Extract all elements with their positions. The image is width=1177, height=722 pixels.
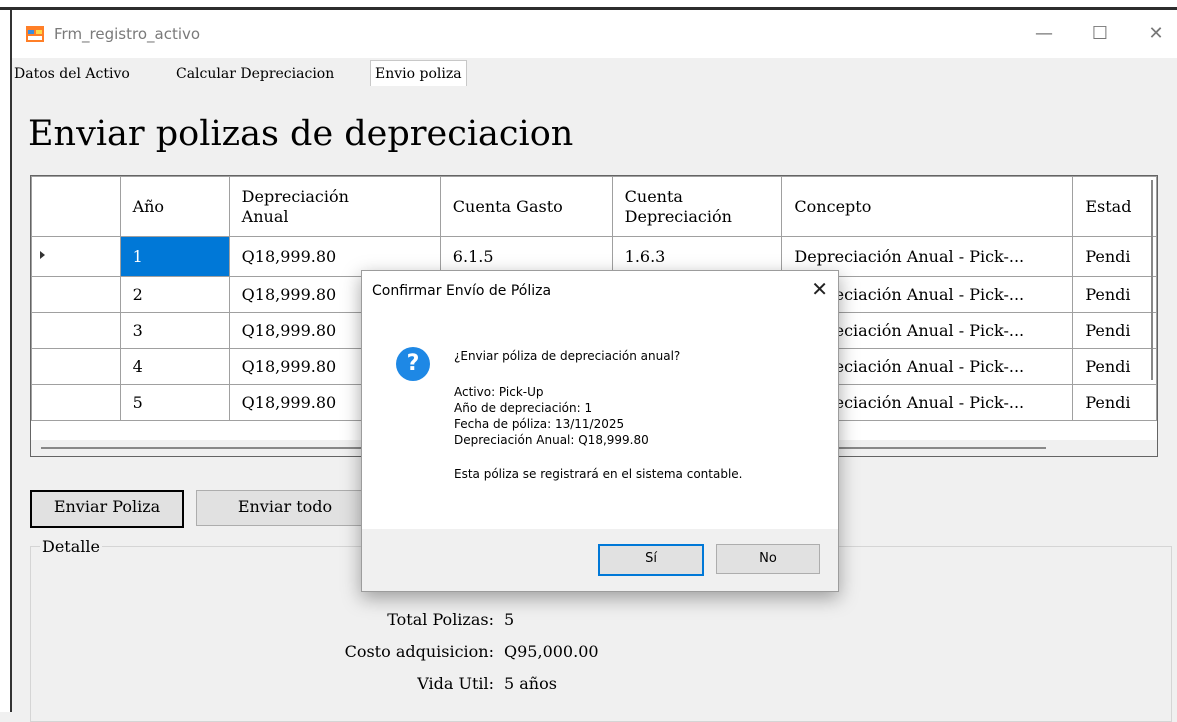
row-selector[interactable] [31,384,121,421]
cell-ano[interactable]: 2 [119,276,230,313]
row-selector[interactable] [31,312,121,349]
dialog-date: Fecha de póliza: 13/11/2025 [454,417,625,431]
confirm-dialog: Confirmar Envío de Póliza ✕ ? ¿Enviar pó… [361,270,839,592]
dialog-close-icon[interactable]: ✕ [811,277,828,301]
row-selector[interactable] [31,236,121,277]
dialog-note: Esta póliza se registrará en el sistema … [454,467,743,481]
dialog-asset: Activo: Pick-Up [454,385,544,399]
enviar-poliza-button[interactable]: Enviar Poliza [30,490,184,528]
column-header-cuenta-depreciacion[interactable]: Cuenta Depreciación [611,176,783,237]
dialog-yes-button[interactable]: Sí [598,544,704,576]
vida-util-value: 5 años [504,674,557,693]
dialog-year: Año de depreciación: 1 [454,401,593,415]
cell-ano[interactable]: 3 [119,312,230,349]
background-left-edge [0,10,10,712]
costo-adquisicion-label: Costo adquisicion: [344,642,494,661]
cell-ano[interactable]: 4 [119,348,230,385]
cell-estado[interactable]: Pendi [1072,348,1157,385]
cell-ano[interactable]: 1 [119,236,230,277]
column-header-cuenta-gasto[interactable]: Cuenta Gasto [439,176,613,237]
dialog-question: ¿Enviar póliza de depreciación anual? [454,349,681,363]
costo-adquisicion-value: Q95,000.00 [504,642,599,661]
close-button[interactable]: ✕ [1136,18,1176,50]
enviar-todo-button[interactable]: Enviar todo [196,490,374,526]
dialog-amount: Depreciación Anual: Q18,999.80 [454,433,649,447]
tab-calcular-depreciacion[interactable]: Calcular Depreciacion [172,64,338,86]
detalle-group-title: Detalle [40,537,102,556]
column-header-concepto[interactable]: Concepto [781,176,1074,237]
total-polizas-value: 5 [504,610,515,629]
total-polizas-label: Total Polizas: [387,610,494,629]
column-header-estado[interactable]: Estad [1072,176,1157,237]
background-window-edge [0,0,1177,10]
vida-util-label: Vida Util: [417,674,494,693]
minimize-button[interactable]: — [1024,18,1064,50]
title-bar[interactable]: Frm_registro_activo — ☐ ✕ [12,10,1177,58]
dialog-no-button[interactable]: No [716,544,820,574]
cell-estado[interactable]: Pendi [1072,384,1157,421]
page-title: Enviar polizas de depreciacion [28,114,574,154]
cell-ano[interactable]: 5 [119,384,230,421]
vertical-scrollbar[interactable] [1151,180,1153,380]
tab-strip: Datos del Activo Calcular Depreciacion E… [10,58,1177,87]
current-row-arrow-icon [40,251,45,259]
tab-datos-activo[interactable]: Datos del Activo [10,64,134,86]
column-header-ano[interactable]: Año [119,176,230,237]
cell-estado[interactable]: Pendi [1072,276,1157,313]
dialog-title: Confirmar Envío de Póliza [372,283,552,299]
tab-envio-poliza[interactable]: Envio poliza [370,60,467,87]
row-header-corner [31,176,121,237]
column-header-depreciacion-anual[interactable]: Depreciación Anual [228,176,441,237]
cell-estado[interactable]: Pendi [1072,236,1157,277]
row-selector[interactable] [31,348,121,385]
app-icon [26,26,44,42]
question-icon: ? [396,347,430,381]
window-title: Frm_registro_activo [54,25,201,43]
dialog-footer: Sí No [362,529,838,591]
cell-estado[interactable]: Pendi [1072,312,1157,349]
row-selector[interactable] [31,276,121,313]
maximize-button[interactable]: ☐ [1080,18,1120,50]
